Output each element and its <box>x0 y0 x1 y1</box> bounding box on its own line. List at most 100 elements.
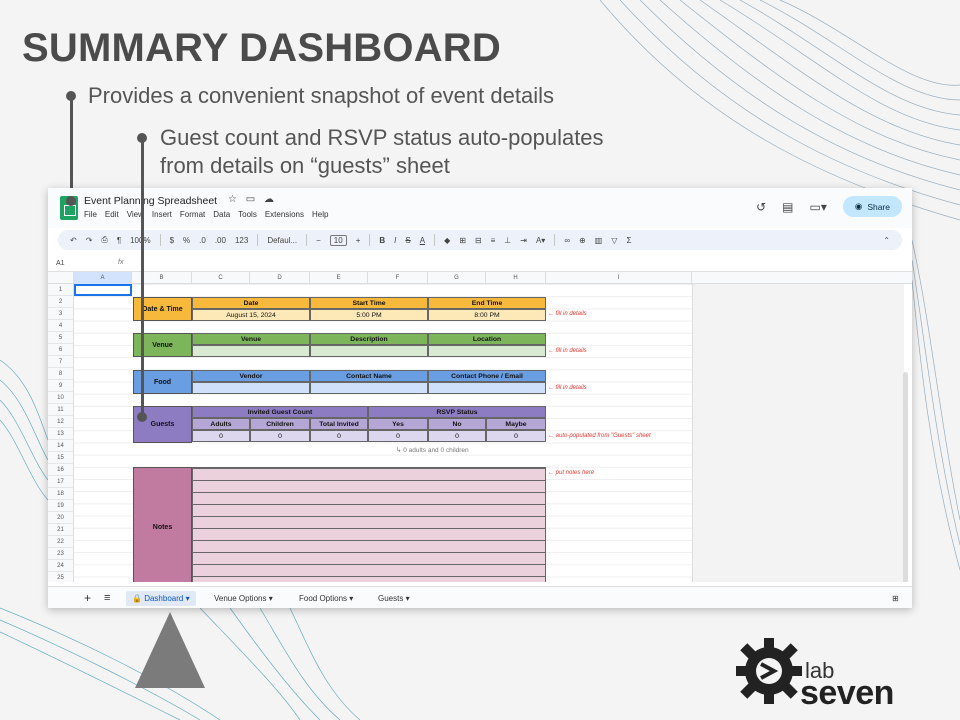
row-23[interactable]: 23 <box>48 548 74 560</box>
row-5[interactable]: 5 <box>48 332 74 344</box>
italic-icon[interactable]: I <box>394 236 396 245</box>
row-22[interactable]: 22 <box>48 536 74 548</box>
print-icon[interactable]: ⎙ <box>101 235 107 245</box>
menu-data[interactable]: Data <box>213 210 230 219</box>
row-24[interactable]: 24 <box>48 560 74 572</box>
row-18[interactable]: 18 <box>48 488 74 500</box>
functions-icon[interactable]: Σ <box>626 236 631 245</box>
comment-icon[interactable]: ▤ <box>782 200 793 214</box>
font-size-decrease-icon[interactable]: − <box>316 236 321 245</box>
food-vendor-value[interactable] <box>192 382 310 394</box>
percent-button[interactable]: % <box>183 236 190 245</box>
filter-icon[interactable]: ▽ <box>611 236 617 245</box>
paint-format-icon[interactable]: ¶ <box>117 236 121 245</box>
col-f[interactable]: F <box>368 272 428 284</box>
col-g[interactable]: G <box>428 272 486 284</box>
notes-area[interactable] <box>192 467 546 582</box>
tab-food-options[interactable]: Food Options ▾ <box>293 591 359 606</box>
row-16[interactable]: 16 <box>48 464 74 476</box>
guests-children-value[interactable]: 0 <box>250 430 310 442</box>
redo-icon[interactable]: ↷ <box>86 236 93 245</box>
guests-adults-value[interactable]: 0 <box>192 430 250 442</box>
col-h[interactable]: H <box>486 272 546 284</box>
history-icon[interactable]: ↺ <box>756 200 766 214</box>
row-15[interactable]: 15 <box>48 452 74 464</box>
row-7[interactable]: 7 <box>48 356 74 368</box>
row-14[interactable]: 14 <box>48 440 74 452</box>
col-c[interactable]: C <box>192 272 250 284</box>
row-6[interactable]: 6 <box>48 344 74 356</box>
venue-description-value[interactable] <box>310 345 428 357</box>
name-box[interactable]: A1 <box>56 260 65 267</box>
tab-venue-options[interactable]: Venue Options ▾ <box>208 591 279 606</box>
tab-dashboard[interactable]: 🔒 Dashboard ▾ <box>126 591 196 606</box>
increase-decimal-button[interactable]: .00 <box>215 236 226 245</box>
all-sheets-icon[interactable]: ≡ <box>98 589 116 607</box>
fill-color-icon[interactable]: ◆ <box>444 236 450 245</box>
row-11[interactable]: 11 <box>48 404 74 416</box>
text-color-icon[interactable]: A <box>420 236 425 245</box>
guests-maybe-value[interactable]: 0 <box>486 430 546 442</box>
align-icon[interactable]: ≡ <box>491 236 496 245</box>
corner-cell[interactable] <box>48 272 74 284</box>
row-10[interactable]: 10 <box>48 392 74 404</box>
vertical-scrollbar[interactable] <box>903 372 908 582</box>
date-value[interactable]: August 15, 2024 <box>192 309 310 321</box>
wrap-icon[interactable]: ⇥ <box>520 236 527 245</box>
row-3[interactable]: 3 <box>48 308 74 320</box>
explore-icon[interactable]: ⊞ <box>886 591 905 606</box>
col-a[interactable]: A <box>74 272 132 284</box>
bold-icon[interactable]: B <box>379 236 385 245</box>
collapse-toolbar-icon[interactable]: ⌃ <box>883 236 890 245</box>
link-icon[interactable]: ∞ <box>564 236 570 245</box>
menu-tools[interactable]: Tools <box>238 210 257 219</box>
document-title[interactable]: Event Planning Spreadsheet <box>84 195 217 207</box>
share-button[interactable]: ◉ Share <box>842 196 902 217</box>
number-format-button[interactable]: 123 <box>235 236 248 245</box>
decrease-decimal-button[interactable]: .0 <box>199 236 206 245</box>
video-call-icon[interactable]: ▭▾ <box>810 200 827 214</box>
menu-file[interactable]: File <box>84 210 97 219</box>
row-12[interactable]: 12 <box>48 416 74 428</box>
borders-icon[interactable]: ⊞ <box>459 236 466 245</box>
food-contact-name-value[interactable] <box>310 382 428 394</box>
row-19[interactable]: 19 <box>48 500 74 512</box>
undo-icon[interactable]: ↶ <box>70 236 77 245</box>
insert-comment-icon[interactable]: ⊕ <box>579 236 586 245</box>
strikethrough-icon[interactable]: S <box>405 236 410 245</box>
add-sheet-icon[interactable]: + <box>78 588 97 608</box>
tab-guests[interactable]: Guests ▾ <box>372 591 416 606</box>
guests-yes-value[interactable]: 0 <box>368 430 428 442</box>
font-size-input[interactable]: 10 <box>329 234 347 246</box>
rotate-icon[interactable]: A▾ <box>536 236 545 245</box>
star-icon[interactable]: ☆ <box>228 194 237 205</box>
col-e[interactable]: E <box>310 272 368 284</box>
row-25[interactable]: 25 <box>48 572 74 582</box>
guests-total-value[interactable]: 0 <box>310 430 368 442</box>
venue-location-value[interactable] <box>428 345 546 357</box>
merge-icon[interactable]: ⊟ <box>475 236 482 245</box>
row-17[interactable]: 17 <box>48 476 74 488</box>
venue-value[interactable] <box>192 345 310 357</box>
guests-no-value[interactable]: 0 <box>428 430 486 442</box>
menu-format[interactable]: Format <box>180 210 205 219</box>
folder-icon[interactable]: ▭ <box>246 194 255 205</box>
row-13[interactable]: 13 <box>48 428 74 440</box>
currency-button[interactable]: $ <box>170 236 174 245</box>
row-21[interactable]: 21 <box>48 524 74 536</box>
col-i[interactable]: I <box>546 272 692 284</box>
selected-cell-a1[interactable] <box>74 284 132 296</box>
row-20[interactable]: 20 <box>48 512 74 524</box>
row-4[interactable]: 4 <box>48 320 74 332</box>
col-d[interactable]: D <box>250 272 310 284</box>
cloud-icon[interactable]: ☁ <box>264 194 274 205</box>
vertical-align-icon[interactable]: ⊥ <box>504 236 511 245</box>
food-contact-phone-value[interactable] <box>428 382 546 394</box>
menu-help[interactable]: Help <box>312 210 328 219</box>
row-1[interactable]: 1 <box>48 284 74 296</box>
row-2[interactable]: 2 <box>48 296 74 308</box>
menu-insert[interactable]: Insert <box>152 210 172 219</box>
menu-extensions[interactable]: Extensions <box>265 210 304 219</box>
row-8[interactable]: 8 <box>48 368 74 380</box>
menu-edit[interactable]: Edit <box>105 210 119 219</box>
